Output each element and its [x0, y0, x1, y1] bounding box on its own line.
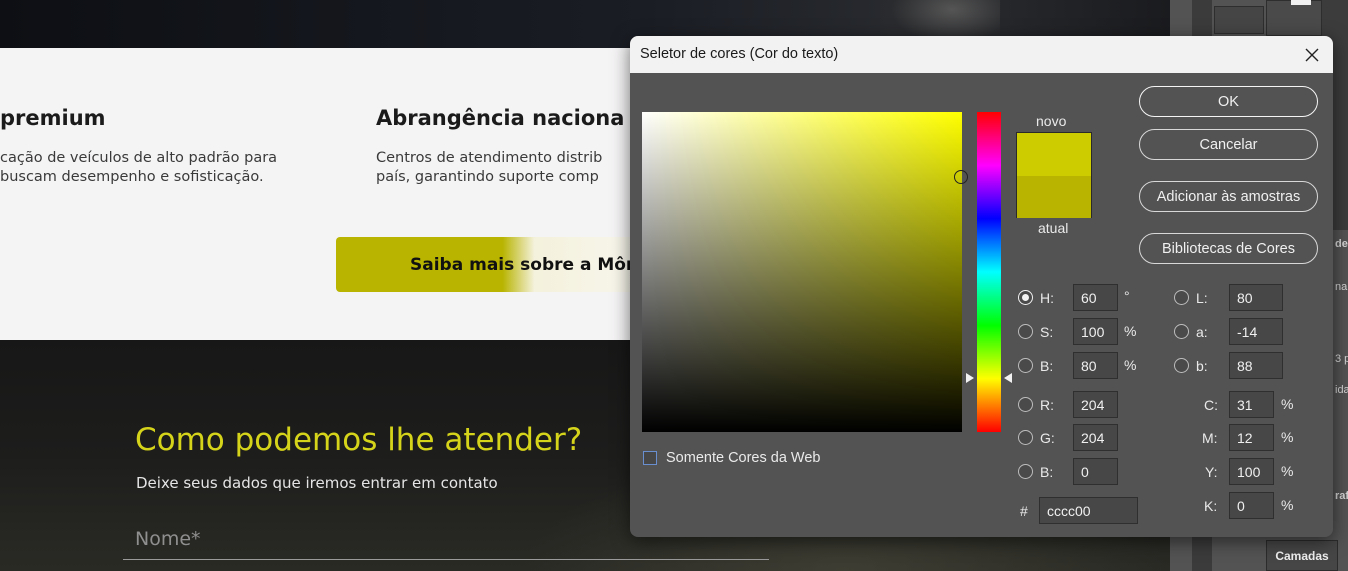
- panel-side-text: de: [1335, 238, 1348, 250]
- name-placeholder: Nome*: [135, 528, 201, 550]
- panel-thumbnail[interactable]: [1266, 0, 1322, 36]
- black-input[interactable]: 0: [1229, 492, 1274, 519]
- red-input[interactable]: 204: [1073, 391, 1118, 418]
- dialog-titlebar: Seletor de cores (Cor do texto): [630, 36, 1333, 73]
- hue-slider[interactable]: [977, 112, 1001, 432]
- cyan-label: C:: [1204, 397, 1218, 413]
- close-icon: [1305, 48, 1319, 62]
- hue-input[interactable]: 60: [1073, 284, 1118, 311]
- feature-title-premium: premium: [0, 106, 106, 130]
- saturation-label: S:: [1040, 324, 1054, 340]
- radio-hue[interactable]: [1018, 290, 1033, 305]
- brightness-unit: %: [1124, 357, 1137, 373]
- current-color-label: atual: [1038, 220, 1069, 236]
- magenta-input[interactable]: 12: [1229, 424, 1274, 451]
- web-colors-only-checkbox[interactable]: [643, 451, 657, 465]
- radio-a-channel[interactable]: [1174, 324, 1189, 339]
- b-channel-label: b:: [1196, 358, 1208, 374]
- panel-side-text: na: [1335, 281, 1348, 293]
- color-libraries-button[interactable]: Bibliotecas de Cores: [1139, 233, 1318, 264]
- green-label: G:: [1040, 430, 1055, 446]
- cyan-unit: %: [1281, 396, 1294, 412]
- web-colors-only-label: Somente Cores da Web: [666, 450, 821, 466]
- feature-text-line: país, garantindo suporte comp: [376, 169, 599, 185]
- field-black-layer: [642, 112, 962, 432]
- panel-swatch: [1291, 0, 1311, 5]
- feature-text-line: cação de veículos de alto padrão para: [0, 150, 278, 166]
- saturation-brightness-field[interactable]: [642, 112, 962, 432]
- feature-text-line: buscam desempenho e sofisticação.: [0, 169, 264, 185]
- a-channel-input[interactable]: -14: [1229, 318, 1283, 345]
- current-color-swatch[interactable]: [1017, 176, 1091, 218]
- feature-text-line: Centros de atendimento distrib: [376, 150, 603, 166]
- saturation-unit: %: [1124, 323, 1137, 339]
- magenta-unit: %: [1281, 429, 1294, 445]
- yellow-unit: %: [1281, 463, 1294, 479]
- ok-button[interactable]: OK: [1139, 86, 1318, 117]
- hue-unit: °: [1124, 288, 1130, 304]
- tab-layers[interactable]: Camadas: [1266, 540, 1338, 571]
- hue-slider-left-arrow[interactable]: [966, 373, 974, 383]
- magenta-label: M:: [1202, 430, 1218, 446]
- panel-side-text: rafi: [1335, 490, 1348, 502]
- radio-b-channel[interactable]: [1174, 358, 1189, 373]
- panel-side-text: 3 p: [1335, 353, 1348, 365]
- learn-more-button[interactable]: Saiba mais sobre a Môn: [336, 237, 656, 292]
- green-input[interactable]: 204: [1073, 424, 1118, 451]
- feature-title-abrangencia: Abrangência naciona: [376, 106, 625, 130]
- radio-blue[interactable]: [1018, 464, 1033, 479]
- black-label: K:: [1204, 498, 1218, 514]
- blue-label: B:: [1040, 464, 1054, 480]
- hex-input[interactable]: cccc00: [1039, 497, 1138, 524]
- radio-lightness[interactable]: [1174, 290, 1189, 305]
- hue-slider-right-arrow[interactable]: [1004, 373, 1012, 383]
- lightness-label: L:: [1196, 290, 1208, 306]
- close-button[interactable]: [1296, 42, 1328, 68]
- hue-label: H:: [1040, 290, 1054, 306]
- a-channel-label: a:: [1196, 324, 1208, 340]
- dialog-title: Seletor de cores (Cor do texto): [640, 46, 839, 62]
- blue-input[interactable]: 0: [1073, 458, 1118, 485]
- hex-label: #: [1020, 503, 1028, 519]
- color-field-cursor[interactable]: [954, 170, 968, 184]
- cyan-input[interactable]: 31: [1229, 391, 1274, 418]
- new-color-swatch: [1017, 133, 1091, 176]
- radio-brightness[interactable]: [1018, 358, 1033, 373]
- brightness-label: B:: [1040, 358, 1054, 374]
- contact-title: Como podemos lhe atender?: [135, 422, 583, 458]
- color-comparison-swatch: [1016, 132, 1092, 218]
- b-channel-input[interactable]: 88: [1229, 352, 1283, 379]
- lightness-input[interactable]: 80: [1229, 284, 1283, 311]
- black-unit: %: [1281, 497, 1294, 513]
- add-to-swatches-button[interactable]: Adicionar às amostras: [1139, 181, 1318, 212]
- learn-more-label: Saiba mais sobre a Môn: [410, 254, 639, 275]
- new-color-label: novo: [1036, 113, 1067, 129]
- brightness-input[interactable]: 80: [1073, 352, 1118, 379]
- contact-subtitle: Deixe seus dados que iremos entrar em co…: [136, 474, 498, 492]
- cancel-button[interactable]: Cancelar: [1139, 129, 1318, 160]
- yellow-label: Y:: [1205, 464, 1218, 480]
- saturation-input[interactable]: 100: [1073, 318, 1118, 345]
- yellow-input[interactable]: 100: [1229, 458, 1274, 485]
- red-label: R:: [1040, 397, 1054, 413]
- radio-green[interactable]: [1018, 430, 1033, 445]
- color-picker-dialog: Seletor de cores (Cor do texto) novo atu…: [630, 36, 1333, 537]
- radio-red[interactable]: [1018, 397, 1033, 412]
- panel-side-text: ida: [1335, 384, 1348, 396]
- radio-saturation[interactable]: [1018, 324, 1033, 339]
- panel-thumbnail[interactable]: [1214, 6, 1264, 34]
